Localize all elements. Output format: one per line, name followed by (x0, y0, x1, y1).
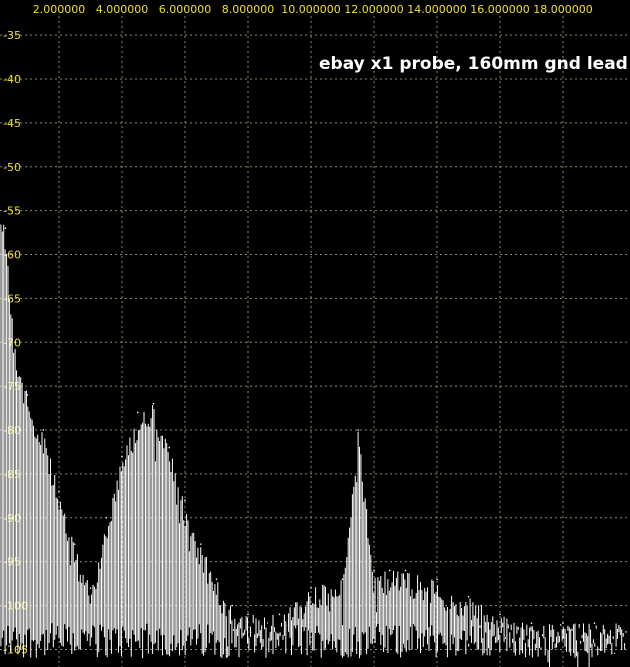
spectrum-point (388, 569, 391, 572)
spectrum-point (625, 631, 627, 633)
y-tick-label: -60 (3, 249, 21, 262)
spectrum-point (357, 429, 360, 431)
y-tick-label: -35 (3, 29, 21, 42)
spectrum-point (184, 499, 186, 502)
spectrum-point (530, 622, 533, 624)
spectrum-point (467, 595, 470, 598)
x-tick-label: 2.000000 (33, 3, 86, 16)
spectrum-point (341, 578, 344, 581)
x-tick-label: 8.000000 (222, 3, 275, 16)
spectrum-trace (0, 199, 627, 667)
y-tick-label: -50 (3, 161, 21, 174)
spectrum-point (73, 543, 76, 545)
spectrum-point (26, 394, 29, 396)
x-axis-ticks: 2.000000 4.000000 6.000000 8.000000 10.00000… (33, 3, 593, 16)
spectrum-chart: 2.000000 4.000000 6.000000 8.000000 10.00000… (0, 3, 630, 667)
spectrum-point (436, 578, 438, 581)
y-tick-label: -45 (3, 117, 21, 130)
spectrum-point (136, 411, 139, 414)
spectrum-point (168, 446, 171, 449)
x-tick-label: 4.000000 (96, 3, 149, 16)
y-tick-label: -40 (3, 73, 21, 86)
spectrum-point (152, 402, 155, 405)
spectrum-point (562, 622, 564, 624)
spectrum-point (121, 455, 123, 458)
spectrum-point (373, 569, 375, 572)
x-tick-label: 14.000000 (407, 3, 467, 16)
spectrum-point (231, 604, 234, 607)
x-tick-label: 18.000000 (533, 3, 593, 16)
x-tick-label: 10.000000 (281, 3, 341, 16)
x-tick-label: 12.000000 (344, 3, 404, 16)
spectrum-spikes (0, 199, 626, 667)
grid (0, 16, 630, 667)
spectrum-point (14, 341, 16, 344)
spectrum-point (593, 622, 596, 624)
spectrum-point (247, 613, 249, 616)
spectrum-point (404, 569, 407, 572)
x-tick-label: 6.000000 (159, 3, 212, 16)
spectrum-point (278, 613, 281, 616)
spectrum-point (89, 587, 92, 589)
spectrum-point (4, 227, 7, 229)
y-tick-label: -55 (3, 205, 21, 218)
y-tick-label: -65 (3, 292, 21, 305)
spectrum-point (310, 587, 312, 589)
spectrum-point (42, 429, 45, 431)
spectrum-point (58, 490, 60, 493)
chart-annotation: ebay x1 probe, 160mm gnd lead (319, 54, 628, 74)
x-tick-label: 16.000000 (470, 3, 530, 16)
spectrum-point (499, 613, 501, 616)
spectrum-point (215, 578, 218, 581)
spectrum-point (199, 543, 202, 545)
spectrum-point (105, 517, 108, 519)
